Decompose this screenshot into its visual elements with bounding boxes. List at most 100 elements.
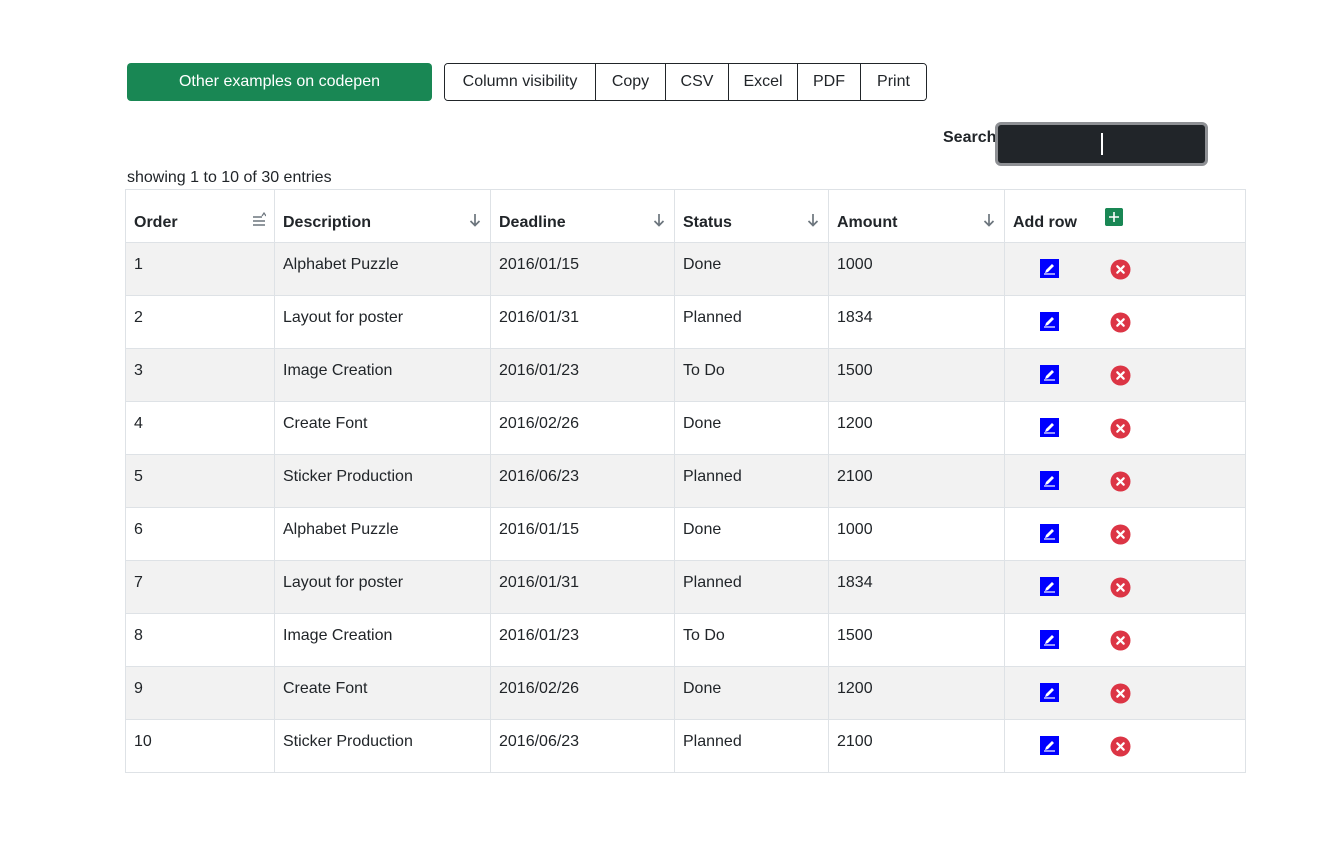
column-header-label: Description [283, 214, 372, 231]
deadline-cell: 2016/02/26 [490, 401, 675, 455]
actions-cell [1004, 454, 1246, 508]
close-circle-icon[interactable] [1110, 736, 1131, 757]
table-row: 9 Create Font 2016/02/26 Done 1200 [125, 666, 1246, 720]
amount-cell: 1500 [828, 613, 1005, 667]
table-row: 8 Image Creation 2016/01/23 To Do 1500 [125, 613, 1246, 667]
column-header-status[interactable]: Status [674, 189, 829, 243]
codepen-examples-button[interactable]: Other examples on codepen [127, 63, 432, 101]
description-cell: Create Font [274, 666, 491, 720]
csv-button[interactable]: CSV [665, 64, 728, 100]
edit-icon[interactable] [1040, 683, 1059, 702]
data-table: Order Description Deadline Status Amount… [125, 189, 1246, 773]
order-cell: 8 [125, 613, 275, 667]
arrow-down-icon[interactable] [652, 212, 666, 228]
edit-icon[interactable] [1040, 418, 1059, 437]
column-header-description[interactable]: Description [274, 189, 491, 243]
edit-icon[interactable] [1040, 471, 1059, 490]
plus-icon[interactable] [1105, 208, 1123, 226]
order-cell: 3 [125, 348, 275, 402]
table-row: 3 Image Creation 2016/01/23 To Do 1500 [125, 348, 1246, 402]
amount-cell: 1500 [828, 348, 1005, 402]
close-circle-icon[interactable] [1110, 524, 1131, 545]
table-row: 6 Alphabet Puzzle 2016/01/15 Done 1000 [125, 507, 1246, 561]
close-circle-icon[interactable] [1110, 312, 1131, 333]
close-circle-icon[interactable] [1110, 365, 1131, 386]
print-button[interactable]: Print [860, 64, 926, 100]
column-header-label: Amount [837, 214, 898, 231]
edit-icon[interactable] [1040, 524, 1059, 543]
deadline-cell: 2016/02/26 [490, 666, 675, 720]
page: Other examples on codepen Column visibil… [0, 0, 1335, 853]
status-cell: Planned [674, 560, 829, 614]
amount-cell: 2100 [828, 719, 1005, 773]
amount-cell: 1000 [828, 507, 1005, 561]
order-cell: 6 [125, 507, 275, 561]
column-header-label: Deadline [499, 214, 566, 231]
close-circle-icon[interactable] [1110, 683, 1131, 704]
column-header-label: Add row [1013, 214, 1077, 231]
excel-button[interactable]: Excel [728, 64, 797, 100]
order-cell: 4 [125, 401, 275, 455]
text-cursor [1101, 133, 1103, 155]
amount-cell: 1200 [828, 401, 1005, 455]
order-cell: 10 [125, 719, 275, 773]
edit-icon[interactable] [1040, 630, 1059, 649]
close-circle-icon[interactable] [1110, 577, 1131, 598]
status-cell: To Do [674, 613, 829, 667]
arrow-down-icon[interactable] [468, 212, 482, 228]
column-header-add-row: Add row [1004, 189, 1246, 243]
deadline-cell: 2016/06/23 [490, 454, 675, 508]
entries-info: showing 1 to 10 of 30 entries [127, 169, 332, 186]
description-cell: Image Creation [274, 348, 491, 402]
column-header-amount[interactable]: Amount [828, 189, 1005, 243]
amount-cell: 1834 [828, 295, 1005, 349]
close-circle-icon[interactable] [1110, 630, 1131, 651]
deadline-cell: 2016/01/31 [490, 295, 675, 349]
edit-icon[interactable] [1040, 736, 1059, 755]
deadline-cell: 2016/01/15 [490, 507, 675, 561]
status-cell: Planned [674, 719, 829, 773]
description-cell: Alphabet Puzzle [274, 507, 491, 561]
deadline-cell: 2016/06/23 [490, 719, 675, 773]
actions-cell [1004, 507, 1246, 561]
close-circle-icon[interactable] [1110, 418, 1131, 439]
table-row: 7 Layout for poster 2016/01/31 Planned 1834 [125, 560, 1246, 614]
edit-icon[interactable] [1040, 312, 1059, 331]
order-cell: 2 [125, 295, 275, 349]
table-body: 1 Alphabet Puzzle 2016/01/15 Done 1000 2 Layou… [125, 242, 1246, 773]
order-cell: 9 [125, 666, 275, 720]
edit-icon[interactable] [1040, 365, 1059, 384]
sort-lines-icon[interactable] [252, 212, 266, 228]
table-row: 1 Alphabet Puzzle 2016/01/15 Done 1000 [125, 242, 1246, 296]
copy-button[interactable]: Copy [595, 64, 665, 100]
arrow-down-icon[interactable] [982, 212, 996, 228]
column-header-deadline[interactable]: Deadline [490, 189, 675, 243]
column-visibility-button[interactable]: Column visibility [445, 64, 595, 100]
column-header-label: Order [134, 214, 178, 231]
close-circle-icon[interactable] [1110, 471, 1131, 492]
actions-cell [1004, 560, 1246, 614]
pdf-button[interactable]: PDF [797, 64, 860, 100]
status-cell: Done [674, 666, 829, 720]
column-header-order[interactable]: Order [125, 189, 275, 243]
order-cell: 1 [125, 242, 275, 296]
close-circle-icon[interactable] [1110, 259, 1131, 280]
description-cell: Image Creation [274, 613, 491, 667]
order-cell: 7 [125, 560, 275, 614]
deadline-cell: 2016/01/15 [490, 242, 675, 296]
status-cell: Done [674, 507, 829, 561]
deadline-cell: 2016/01/31 [490, 560, 675, 614]
arrow-down-icon[interactable] [806, 212, 820, 228]
edit-icon[interactable] [1040, 577, 1059, 596]
status-cell: To Do [674, 348, 829, 402]
search-label: Search: [943, 129, 1002, 146]
status-cell: Done [674, 242, 829, 296]
description-cell: Sticker Production [274, 719, 491, 773]
actions-cell [1004, 666, 1246, 720]
table-row: 4 Create Font 2016/02/26 Done 1200 [125, 401, 1246, 455]
actions-cell [1004, 242, 1246, 296]
description-cell: Sticker Production [274, 454, 491, 508]
edit-icon[interactable] [1040, 259, 1059, 278]
actions-cell [1004, 719, 1246, 773]
table-row: 10 Sticker Production 2016/06/23 Planned 210… [125, 719, 1246, 773]
